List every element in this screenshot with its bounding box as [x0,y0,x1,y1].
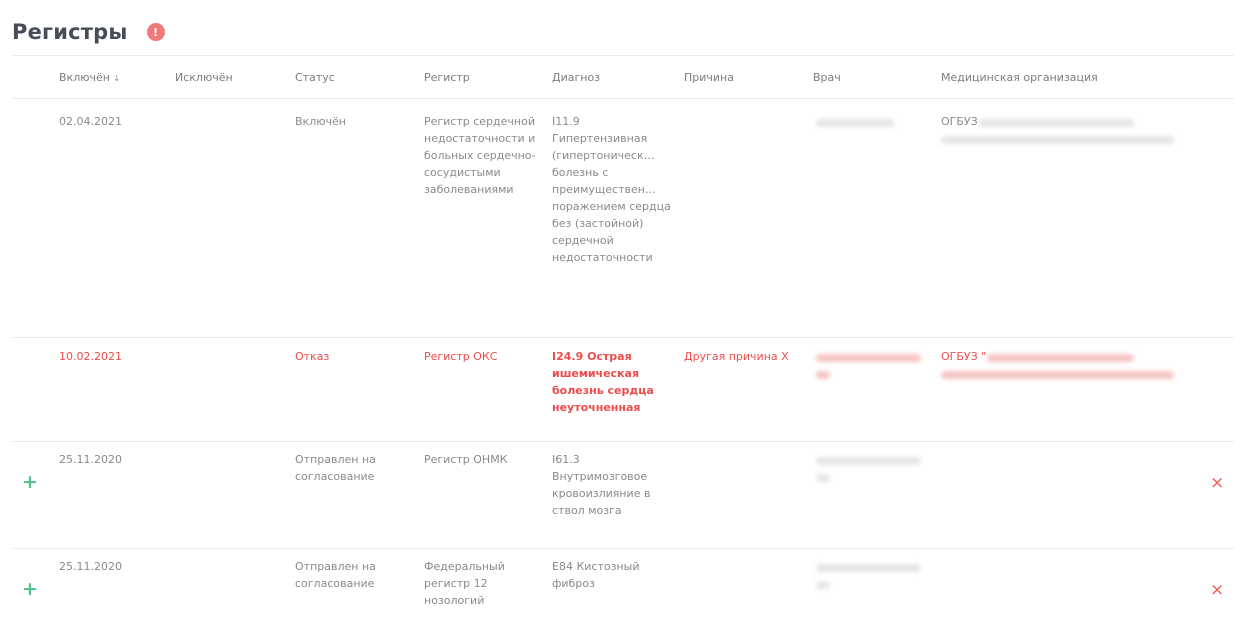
column-reason[interactable]: Причина [684,71,734,84]
table-row[interactable]: 02.04.2021 Включён Регистр сердечной нед… [12,99,1234,338]
table-row[interactable]: + 25.11.2020 Отправлен на согласование Р… [12,442,1234,549]
diagnosis: I11.9 Гипертензивная (гипертоническ… бол… [552,115,671,264]
registers-table: Включён ↓ Исключён Статус Регистр Диагноз… [12,55,1234,629]
doctor-redacted [816,564,921,572]
status: Отправлен на согласование [295,453,376,483]
column-register[interactable]: Регистр [424,71,470,84]
remove-icon[interactable]: × [1210,580,1224,600]
org-prefix: ОГБУЗ " [941,350,987,363]
alert-badge[interactable]: ! [146,23,165,41]
included-date: 25.11.2020 [59,453,122,466]
org-prefix: ОГБУЗ [941,115,978,128]
column-diagnosis[interactable]: Диагноз [552,71,600,84]
included-date: 25.11.2020 [59,560,122,573]
doctor-redacted [816,119,894,127]
column-org[interactable]: Медицинская организация [941,71,1098,84]
register-name: Федеральный регистр 12 нозологий [424,560,505,607]
add-icon[interactable]: + [22,578,38,600]
doctor-redacted [816,474,830,482]
diagnosis: I61.3 Внутримозговое кровоизлияние в ств… [552,453,651,517]
doctor-redacted [816,581,830,589]
register-name: Регистр сердечной недостаточности и боль… [424,115,536,196]
doctor-redacted [816,457,921,465]
table-row[interactable]: 10.02.2021 Отказ Регистр ОКС I24.9 Остра… [12,338,1234,442]
doctor-redacted [816,371,830,379]
page-header: Регистры ! [12,16,165,48]
column-status[interactable]: Статус [295,71,335,84]
sort-down-icon[interactable]: ↓ [113,74,121,84]
org-redacted [979,119,1134,127]
remove-icon[interactable]: × [1210,473,1224,493]
register-name: Регистр ОКС [424,350,498,363]
column-doctor[interactable]: Врач [813,71,841,84]
included-date: 10.02.2021 [59,350,122,363]
add-icon[interactable]: + [22,471,38,493]
status: Включён [295,115,346,128]
reason: Другая причина Х [684,350,789,363]
org-redacted [987,354,1134,362]
column-included[interactable]: Включён ↓ [59,71,121,84]
diagnosis: E84 Кистозный фиброз [552,560,640,590]
org-redacted [941,136,1174,144]
org-redacted [941,371,1174,379]
column-excluded[interactable]: Исключён [175,71,233,84]
page-title: Регистры [12,20,128,44]
table-row[interactable]: + 25.11.2020 Отправлен на согласование Ф… [12,549,1234,629]
doctor-redacted [816,354,921,362]
included-date: 02.04.2021 [59,115,122,128]
status: Отказ [295,350,330,363]
status: Отправлен на согласование [295,560,376,590]
table-header: Включён ↓ Исключён Статус Регистр Диагноз… [12,55,1234,99]
diagnosis: I24.9 Острая ишемическая болезнь сердца … [552,350,654,414]
register-name: Регистр ОНМК [424,453,508,466]
